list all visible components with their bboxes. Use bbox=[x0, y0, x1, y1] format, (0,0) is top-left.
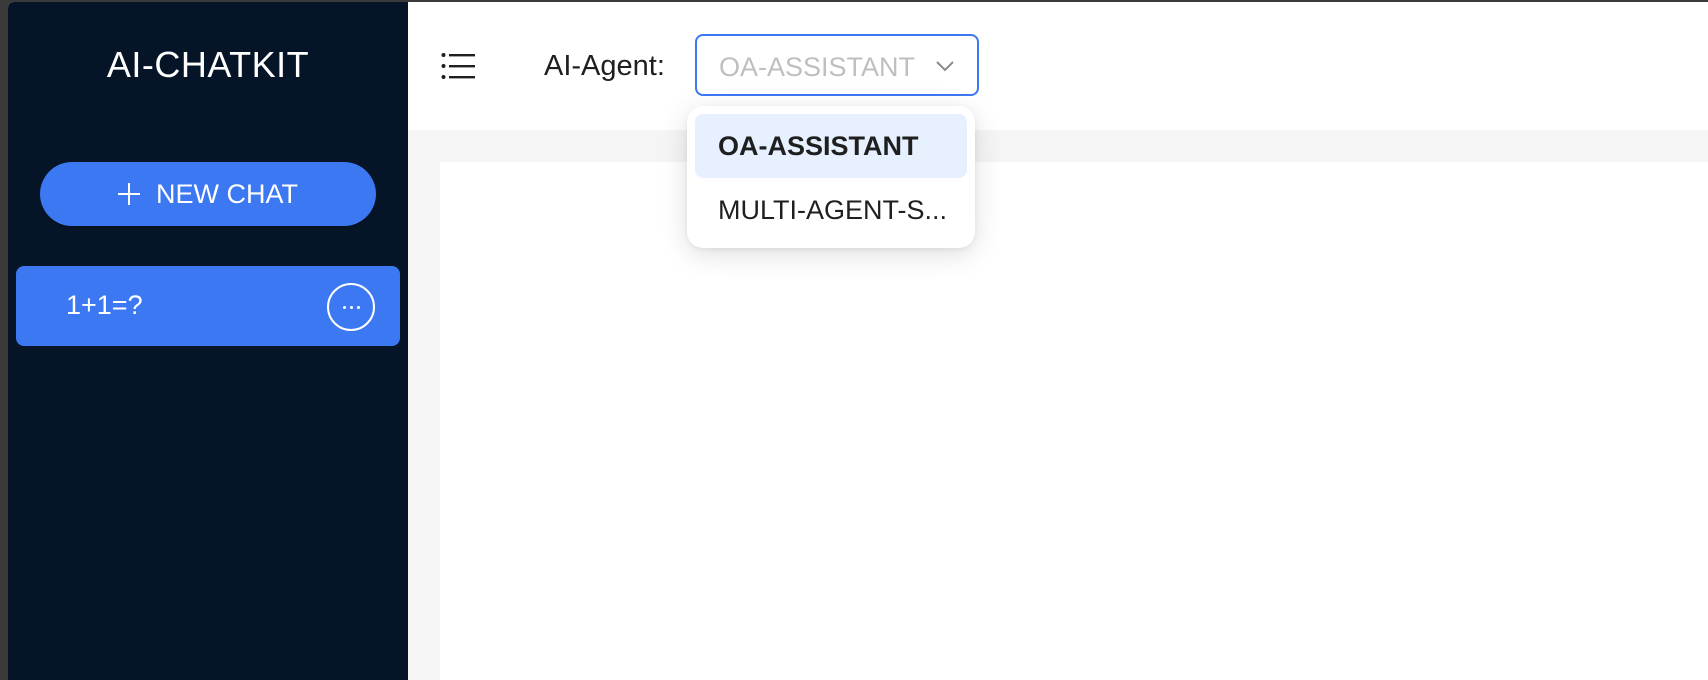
app-logo: AI-CHATKIT bbox=[106, 44, 310, 85]
ellipsis-dot bbox=[349, 305, 353, 309]
new-chat-label: NEW CHAT bbox=[156, 178, 298, 209]
agent-select[interactable]: OA-ASSISTANT bbox=[695, 34, 979, 96]
agent-option-oa-assistant[interactable]: OA-ASSISTANT bbox=[695, 114, 967, 178]
chat-list-item[interactable]: 1+1=? bbox=[16, 266, 400, 346]
agent-option-multi-agent[interactable]: MULTI-AGENT-S... bbox=[695, 178, 967, 242]
sidebar: AI-CHATKIT NEW CHAT 1+1=? bbox=[8, 2, 408, 680]
ellipsis-dot bbox=[356, 305, 360, 309]
chat-panel bbox=[440, 162, 1708, 680]
agent-dropdown-menu: OA-ASSISTANT MULTI-AGENT-S... bbox=[687, 106, 975, 248]
chevron-down-icon bbox=[936, 61, 954, 72]
chat-more-button[interactable] bbox=[327, 283, 375, 331]
agent-label: AI-Agent: bbox=[544, 50, 665, 82]
list-menu-icon[interactable] bbox=[441, 52, 475, 80]
top-header: AI-Agent: OA-ASSISTANT bbox=[408, 2, 1708, 130]
plus-icon bbox=[118, 183, 140, 205]
agent-select-value: OA-ASSISTANT bbox=[719, 52, 916, 82]
new-chat-button[interactable]: NEW CHAT bbox=[40, 162, 376, 226]
ellipsis-icon bbox=[342, 305, 346, 309]
chat-item-label: 1+1=? bbox=[66, 290, 143, 320]
app-window: AI-CHATKIT NEW CHAT 1+1=? AI-Agent: OA-A… bbox=[8, 2, 1708, 680]
